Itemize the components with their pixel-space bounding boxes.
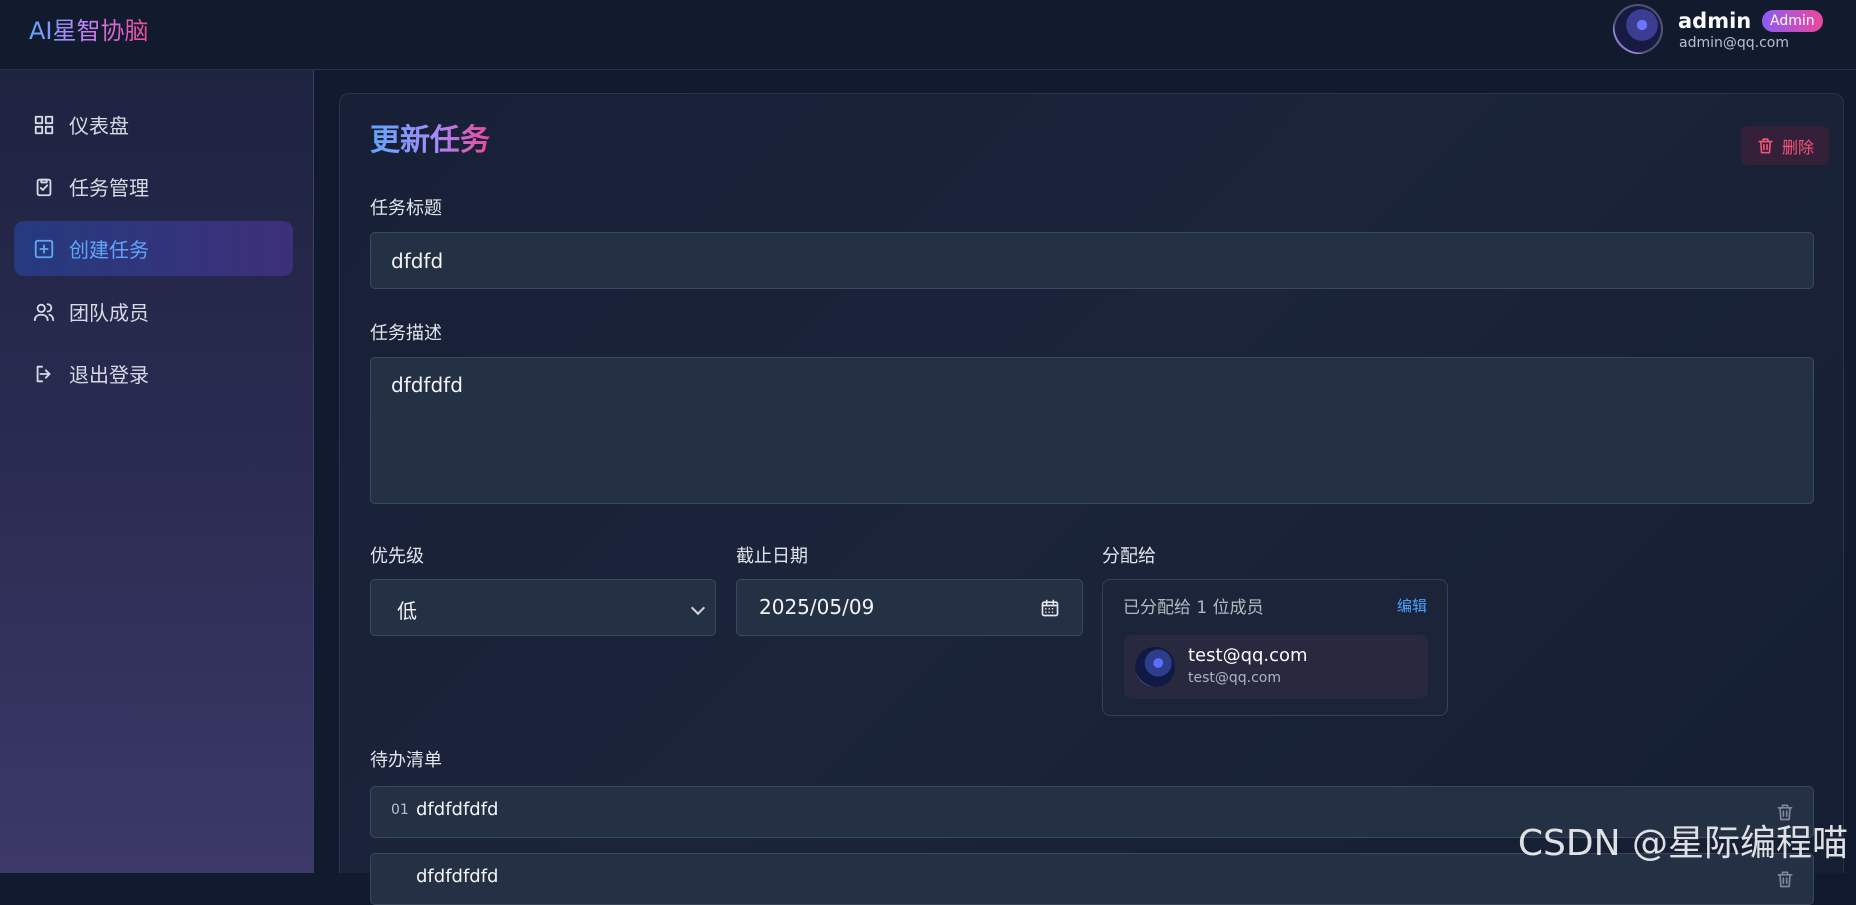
task-description-label: 任务描述 xyxy=(370,322,442,346)
user-avatar[interactable] xyxy=(1613,4,1663,54)
delete-button[interactable]: 删除 xyxy=(1741,126,1829,165)
assignee-panel: 已分配给 1 位成员 编辑 test@qq.com test@qq.com xyxy=(1102,579,1448,716)
task-description-value: dfdfdfd xyxy=(391,373,463,397)
user-name: admin xyxy=(1678,9,1751,33)
assignee-count: 已分配给 1 位成员 xyxy=(1123,593,1264,618)
plus-square-icon xyxy=(33,238,55,260)
user-profile[interactable]: admin Admin admin@qq.com xyxy=(1613,4,1833,58)
sidebar: 仪表盘 任务管理 创建任务 团队成员 退出登录 xyxy=(0,70,314,873)
users-icon xyxy=(33,301,55,323)
due-date-year[interactable]: 2025 xyxy=(759,595,810,619)
top-bar: AI星智协脑 admin Admin admin@qq.com xyxy=(0,0,1856,70)
dashboard-icon xyxy=(33,114,55,136)
app-brand[interactable]: AI星智协脑 xyxy=(29,16,149,46)
trash-icon[interactable] xyxy=(1775,802,1795,822)
calendar-icon[interactable] xyxy=(1040,598,1060,618)
trash-icon xyxy=(1756,136,1775,155)
task-title-input[interactable]: dfdfd xyxy=(370,232,1814,289)
sidebar-item-task-management[interactable]: 任务管理 xyxy=(14,159,293,214)
user-email: admin@qq.com xyxy=(1679,35,1789,51)
logout-icon xyxy=(33,363,55,385)
trash-icon[interactable] xyxy=(1775,869,1795,889)
task-title-label: 任务标题 xyxy=(370,197,442,221)
edit-assignees-link[interactable]: 编辑 xyxy=(1397,595,1427,616)
page-title: 更新任务 xyxy=(370,122,490,160)
clipboard-check-icon xyxy=(33,176,55,198)
date-separator: / xyxy=(842,595,849,619)
date-separator: / xyxy=(810,595,817,619)
sidebar-item-logout[interactable]: 退出登录 xyxy=(14,346,293,401)
watermark: CSDN @星际编程喵 xyxy=(1518,823,1848,865)
priority-label: 优先级 xyxy=(370,545,424,569)
sidebar-item-team-members[interactable]: 团队成员 xyxy=(14,284,293,339)
delete-button-label: 删除 xyxy=(1782,134,1814,158)
member-avatar xyxy=(1135,647,1175,687)
todo-list-label: 待办清单 xyxy=(370,749,442,773)
member-email: test@qq.com xyxy=(1188,670,1281,686)
task-title-value: dfdfd xyxy=(391,249,443,273)
assign-to-label: 分配给 xyxy=(1102,545,1156,569)
priority-value: 低 xyxy=(397,599,417,623)
todo-text[interactable]: dfdfdfdfd xyxy=(416,799,498,820)
sidebar-item-label: 创建任务 xyxy=(69,234,149,263)
role-badge: Admin xyxy=(1762,10,1823,32)
sidebar-item-label: 退出登录 xyxy=(69,359,149,388)
task-form-panel: 更新任务 删除 任务标题 dfdfd 任务描述 dfdfdfd 优先级 低 截止… xyxy=(339,93,1844,873)
sidebar-item-create-task[interactable]: 创建任务 xyxy=(14,221,293,276)
due-date-label: 截止日期 xyxy=(736,545,808,569)
assigned-member-card[interactable]: test@qq.com test@qq.com xyxy=(1124,635,1428,699)
due-date-month[interactable]: 05 xyxy=(817,595,842,619)
sidebar-item-label: 任务管理 xyxy=(69,172,149,201)
due-date-day[interactable]: 09 xyxy=(849,595,874,619)
chevron-down-icon xyxy=(691,601,705,615)
todo-text[interactable]: dfdfdfdfd xyxy=(416,866,498,887)
sidebar-item-dashboard[interactable]: 仪表盘 xyxy=(14,97,293,152)
due-date-input[interactable]: 2025/05/09 xyxy=(736,579,1083,636)
member-name: test@qq.com xyxy=(1188,645,1308,667)
task-description-textarea[interactable]: dfdfdfd xyxy=(370,357,1814,504)
todo-number: 01 xyxy=(391,802,409,818)
sidebar-item-label: 仪表盘 xyxy=(69,110,129,139)
sidebar-item-label: 团队成员 xyxy=(69,297,149,326)
priority-select[interactable]: 低 xyxy=(370,579,716,636)
